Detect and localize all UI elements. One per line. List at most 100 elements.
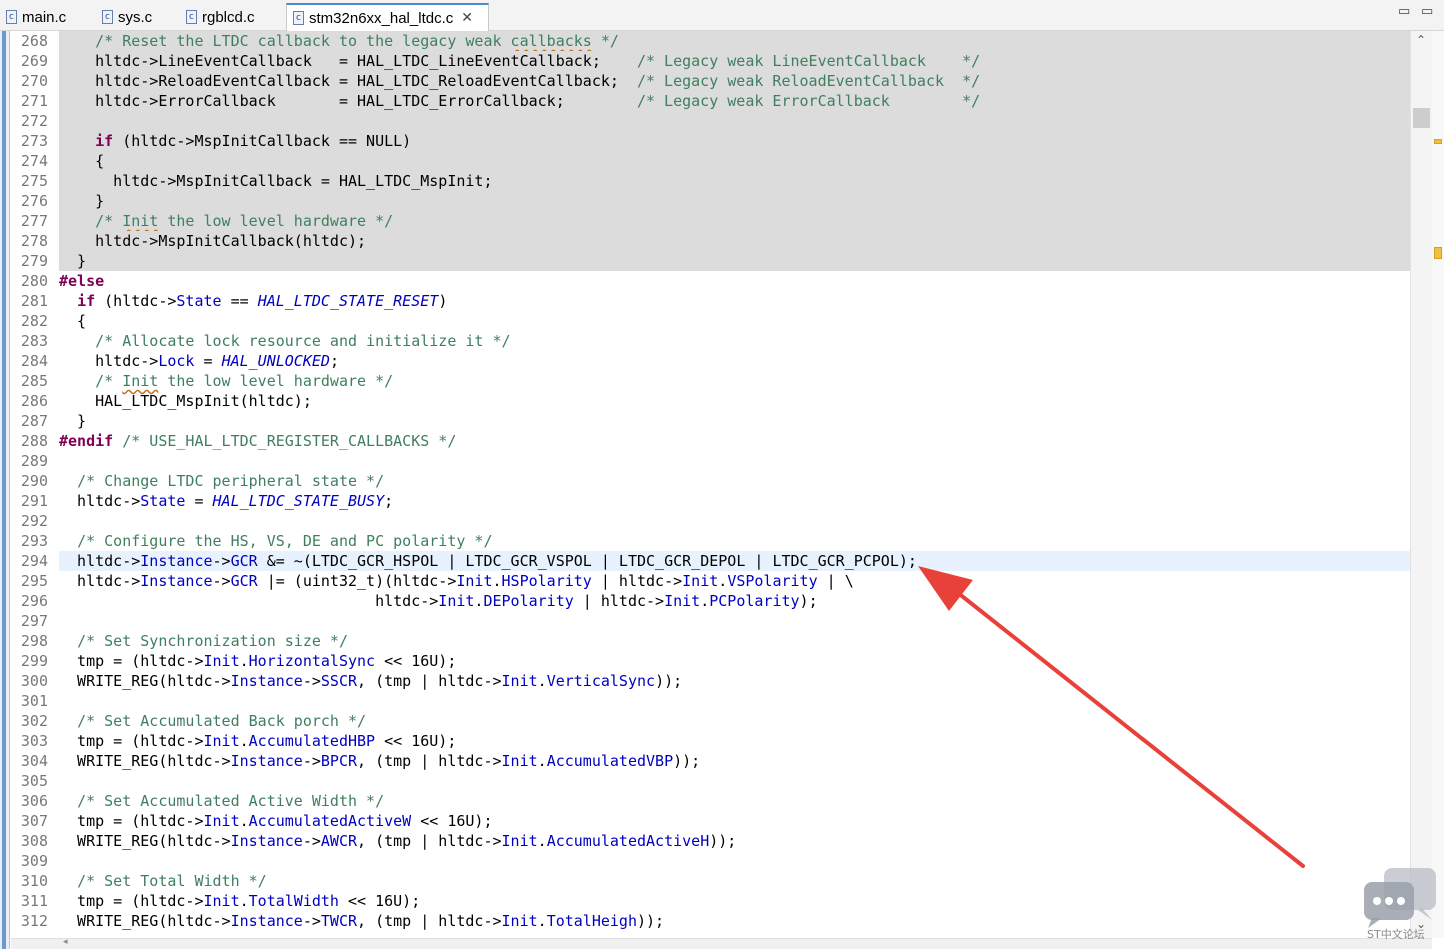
overview-marker[interactable] [1434, 139, 1442, 144]
maximize-icon[interactable]: ▭ [1421, 4, 1433, 19]
code-text[interactable]: tmp = (hltdc->Init.AccumulatedHBP << 16U… [59, 731, 1410, 751]
code-text[interactable]: } [59, 191, 1410, 211]
code-line[interactable]: 270 hltdc->ReloadEventCallback = HAL_LTD… [11, 71, 1410, 91]
code-text[interactable]: hltdc->Instance->GCR |= (uint32_t)(hltdc… [59, 571, 1410, 591]
code-line[interactable]: 311 tmp = (hltdc->Init.TotalWidth << 16U… [11, 891, 1410, 911]
code-text[interactable]: /* Set Total Width */ [59, 871, 1410, 891]
code-line[interactable]: 305 [11, 771, 1410, 791]
code-line[interactable]: 310 /* Set Total Width */ [11, 871, 1410, 891]
code-line[interactable]: 306 /* Set Accumulated Active Width */ [11, 791, 1410, 811]
code-text[interactable] [59, 451, 1410, 471]
code-line[interactable]: 269 hltdc->LineEventCallback = HAL_LTDC_… [11, 51, 1410, 71]
code-line[interactable]: 312 WRITE_REG(hltdc->Instance->TWCR, (tm… [11, 911, 1410, 931]
overview-ruler[interactable] [1432, 31, 1444, 938]
code-line[interactable]: 272 [11, 111, 1410, 131]
code-text[interactable] [59, 511, 1410, 531]
code-text[interactable]: /* Set Synchronization size */ [59, 631, 1410, 651]
close-icon[interactable]: ✕ [461, 10, 473, 26]
code-line[interactable]: 281 if (hltdc->State == HAL_LTDC_STATE_R… [11, 291, 1410, 311]
code-line[interactable]: 275 hltdc->MspInitCallback = HAL_LTDC_Ms… [11, 171, 1410, 191]
tab-sys-c[interactable]: c sys.c [96, 3, 180, 31]
code-text[interactable]: hltdc->LineEventCallback = HAL_LTDC_Line… [59, 51, 1410, 71]
code-text[interactable]: hltdc->ErrorCallback = HAL_LTDC_ErrorCal… [59, 91, 1410, 111]
code-line[interactable]: 308 WRITE_REG(hltdc->Instance->AWCR, (tm… [11, 831, 1410, 851]
code-text[interactable]: /* Set Accumulated Back porch */ [59, 711, 1410, 731]
code-text[interactable]: hltdc->MspInitCallback(hltdc); [59, 231, 1410, 251]
scroll-left-icon[interactable]: ◂ [63, 937, 68, 947]
code-line[interactable]: 271 hltdc->ErrorCallback = HAL_LTDC_Erro… [11, 91, 1410, 111]
code-text[interactable] [59, 691, 1410, 711]
code-text[interactable] [59, 111, 1410, 131]
code-line[interactable]: 278 hltdc->MspInitCallback(hltdc); [11, 231, 1410, 251]
code-text[interactable]: #endif /* USE_HAL_LTDC_REGISTER_CALLBACK… [59, 431, 1410, 451]
code-line[interactable]: 282 { [11, 311, 1410, 331]
code-text[interactable]: { [59, 311, 1410, 331]
code-text[interactable]: hltdc->Lock = HAL_UNLOCKED; [59, 351, 1410, 371]
code-text[interactable]: WRITE_REG(hltdc->Instance->AWCR, (tmp | … [59, 831, 1410, 851]
code-line[interactable]: 299 tmp = (hltdc->Init.HorizontalSync <<… [11, 651, 1410, 671]
code-line[interactable]: 309 [11, 851, 1410, 871]
code-line[interactable]: 268 /* Reset the LTDC callback to the le… [11, 31, 1410, 51]
code-line[interactable]: 283 /* Allocate lock resource and initia… [11, 331, 1410, 351]
code-line[interactable]: 273 if (hltdc->MspInitCallback == NULL) [11, 131, 1410, 151]
tab-rgblcd-c[interactable]: c rgblcd.c [180, 3, 284, 31]
code-text[interactable]: hltdc->ReloadEventCallback = HAL_LTDC_Re… [59, 71, 1410, 91]
code-line[interactable]: 285 /* Init the low level hardware */ [11, 371, 1410, 391]
code-line[interactable]: 284 hltdc->Lock = HAL_UNLOCKED; [11, 351, 1410, 371]
code-text[interactable]: /* Init the low level hardware */ [59, 371, 1410, 391]
code-line[interactable]: 298 /* Set Synchronization size */ [11, 631, 1410, 651]
code-text[interactable]: if (hltdc->State == HAL_LTDC_STATE_RESET… [59, 291, 1410, 311]
code-text[interactable] [59, 771, 1410, 791]
code-text[interactable]: { [59, 151, 1410, 171]
code-line[interactable]: 301 [11, 691, 1410, 711]
code-text[interactable]: hltdc->State = HAL_LTDC_STATE_BUSY; [59, 491, 1410, 511]
code-line[interactable]: 286 HAL_LTDC_MspInit(hltdc); [11, 391, 1410, 411]
code-line[interactable]: 289 [11, 451, 1410, 471]
code-line[interactable]: 297 [11, 611, 1410, 631]
code-text[interactable]: hltdc->Instance->GCR &= ~(LTDC_GCR_HSPOL… [59, 551, 1410, 571]
tab-stm32n6xx-hal-ltdc-c[interactable]: c stm32n6xx_hal_ltdc.c ✕ [286, 3, 489, 31]
code-line[interactable]: 296 hltdc->Init.DEPolarity | hltdc->Init… [11, 591, 1410, 611]
code-line[interactable]: 290 /* Change LTDC peripheral state */ [11, 471, 1410, 491]
code-line[interactable]: 277 /* Init the low level hardware */ [11, 211, 1410, 231]
code-text[interactable]: /* Change LTDC peripheral state */ [59, 471, 1410, 491]
code-line[interactable]: 274 { [11, 151, 1410, 171]
code-line[interactable]: 300 WRITE_REG(hltdc->Instance->SSCR, (tm… [11, 671, 1410, 691]
tab-main-c[interactable]: c main.c [0, 3, 92, 31]
code-line[interactable]: 302 /* Set Accumulated Back porch */ [11, 711, 1410, 731]
code-text[interactable]: /* Reset the LTDC callback to the legacy… [59, 31, 1410, 51]
code-line[interactable]: 288 #endif /* USE_HAL_LTDC_REGISTER_CALLB… [11, 431, 1410, 451]
code-text[interactable]: /* Configure the HS, VS, DE and PC polar… [59, 531, 1410, 551]
code-text[interactable]: /* Set Accumulated Active Width */ [59, 791, 1410, 811]
code-line[interactable]: 280 #else [11, 271, 1410, 291]
code-text[interactable] [59, 851, 1410, 871]
code-text[interactable]: } [59, 251, 1410, 271]
code-line[interactable]: 279 } [11, 251, 1410, 271]
code-line[interactable]: 276 } [11, 191, 1410, 211]
code-line[interactable]: 307 tmp = (hltdc->Init.AccumulatedActive… [11, 811, 1410, 831]
code-text[interactable]: hltdc->MspInitCallback = HAL_LTDC_MspIni… [59, 171, 1410, 191]
code-text[interactable]: hltdc->Init.DEPolarity | hltdc->Init.PCP… [59, 591, 1410, 611]
code-text[interactable]: tmp = (hltdc->Init.HorizontalSync << 16U… [59, 651, 1410, 671]
code-text[interactable]: /* Allocate lock resource and initialize… [59, 331, 1410, 351]
code-text[interactable]: tmp = (hltdc->Init.TotalWidth << 16U); [59, 891, 1410, 911]
code-editor[interactable]: 268 /* Reset the LTDC callback to the le… [11, 31, 1410, 949]
code-line[interactable]: 294 hltdc->Instance->GCR &= ~(LTDC_GCR_H… [11, 551, 1410, 571]
minimize-icon[interactable]: ▭ [1398, 4, 1410, 19]
code-text[interactable]: WRITE_REG(hltdc->Instance->TWCR, (tmp | … [59, 911, 1410, 931]
scroll-up-icon[interactable]: ⌃ [1416, 33, 1426, 47]
code-line[interactable]: 293 /* Configure the HS, VS, DE and PC p… [11, 531, 1410, 551]
overview-marker[interactable] [1434, 247, 1442, 259]
code-line[interactable]: 304 WRITE_REG(hltdc->Instance->BPCR, (tm… [11, 751, 1410, 771]
vertical-scrollbar[interactable]: ⌃ ⌄ [1410, 31, 1432, 938]
code-line[interactable]: 291 hltdc->State = HAL_LTDC_STATE_BUSY; [11, 491, 1410, 511]
code-text[interactable]: #else [59, 271, 1410, 291]
code-text[interactable] [59, 611, 1410, 631]
code-text[interactable]: WRITE_REG(hltdc->Instance->BPCR, (tmp | … [59, 751, 1410, 771]
code-text[interactable]: if (hltdc->MspInitCallback == NULL) [59, 131, 1410, 151]
code-text[interactable]: } [59, 411, 1410, 431]
code-line[interactable]: 303 tmp = (hltdc->Init.AccumulatedHBP <<… [11, 731, 1410, 751]
horizontal-scrollbar[interactable]: ◂ [11, 937, 1432, 949]
code-text[interactable]: HAL_LTDC_MspInit(hltdc); [59, 391, 1410, 411]
code-text[interactable]: /* Init the low level hardware */ [59, 211, 1410, 231]
